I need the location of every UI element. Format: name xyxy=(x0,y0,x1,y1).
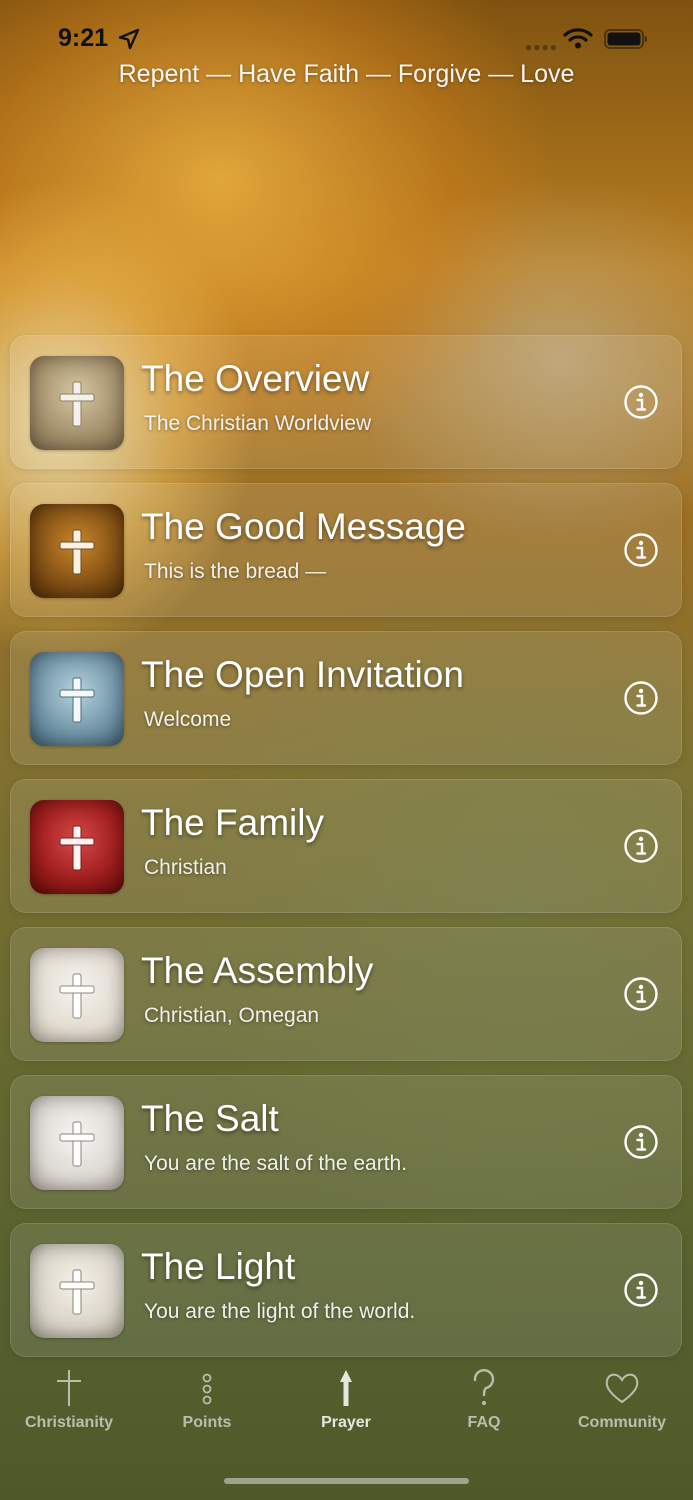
item-title: The Assembly xyxy=(141,950,374,991)
info-icon[interactable] xyxy=(623,976,659,1012)
tab-points[interactable]: Points xyxy=(138,1368,276,1432)
list-item-overview[interactable]: The Overview The Christian Worldview xyxy=(10,335,682,469)
item-title: The Good Message xyxy=(141,506,466,547)
location-arrow-icon xyxy=(118,28,140,50)
item-subtitle: This is the bread — xyxy=(144,560,327,583)
cross-icon xyxy=(59,825,95,871)
status-bar: 9:21 ●●●● xyxy=(0,0,693,60)
tab-label: Points xyxy=(182,1414,232,1431)
tab-community[interactable]: Community xyxy=(553,1368,691,1432)
cellular-signal-icon: ●●●● xyxy=(525,40,558,54)
item-subtitle: You are the light of the world. xyxy=(144,1300,416,1323)
cross-icon xyxy=(59,1121,95,1167)
cross-icon xyxy=(59,677,95,723)
points-icon xyxy=(202,1373,212,1405)
list-item-good-message[interactable]: The Good Message This is the bread — xyxy=(10,483,682,617)
tile-light xyxy=(30,1244,124,1338)
item-subtitle: You are the salt of the earth. xyxy=(144,1152,408,1175)
tab-label: Community xyxy=(578,1414,666,1431)
cross-icon xyxy=(59,1269,95,1315)
info-icon[interactable] xyxy=(623,1272,659,1308)
prayer-arrow-icon xyxy=(340,1370,352,1406)
info-icon[interactable] xyxy=(623,828,659,864)
tab-faq[interactable]: FAQ xyxy=(415,1368,553,1432)
home-indicator[interactable] xyxy=(224,1478,469,1484)
tile-salt xyxy=(30,1096,124,1190)
tile-overview xyxy=(30,356,124,450)
tile-open-invitation xyxy=(30,652,124,746)
cross-icon xyxy=(57,1370,81,1406)
tab-christianity[interactable]: Christianity xyxy=(0,1368,138,1432)
info-icon[interactable] xyxy=(623,1124,659,1160)
tab-label: Prayer xyxy=(321,1414,371,1431)
item-subtitle: Welcome xyxy=(144,708,232,731)
cross-icon xyxy=(59,381,95,427)
info-icon[interactable] xyxy=(623,680,659,716)
item-title: The Family xyxy=(141,802,324,843)
list-item-salt[interactable]: The Salt You are the salt of the earth. xyxy=(10,1075,682,1209)
item-subtitle: Christian, Omegan xyxy=(144,1004,320,1027)
cross-icon xyxy=(59,529,95,575)
item-subtitle: The Christian Worldview xyxy=(144,412,372,435)
question-icon xyxy=(473,1369,495,1405)
list-item-light[interactable]: The Light You are the light of the world… xyxy=(10,1223,682,1357)
list-item-family[interactable]: The Family Christian xyxy=(10,779,682,913)
tile-good-message xyxy=(30,504,124,598)
cross-icon xyxy=(59,973,95,1019)
tab-label: FAQ xyxy=(467,1414,501,1431)
item-title: The Overview xyxy=(141,358,370,399)
wifi-icon xyxy=(563,28,593,49)
item-title: The Salt xyxy=(141,1098,279,1139)
tab-prayer[interactable]: Prayer xyxy=(277,1368,415,1432)
tab-bar: Christianity Points Prayer FAQ Community xyxy=(0,1368,693,1468)
list-item-open-invitation[interactable]: The Open Invitation Welcome xyxy=(10,631,682,765)
info-icon[interactable] xyxy=(623,532,659,568)
tab-label: Christianity xyxy=(24,1414,113,1431)
item-title: The Light xyxy=(141,1246,296,1287)
item-subtitle: Christian xyxy=(144,856,227,879)
item-title: The Open Invitation xyxy=(141,654,464,695)
tagline: Repent — Have Faith — Forgive — Love xyxy=(118,60,575,88)
battery-icon xyxy=(604,29,647,49)
topic-list: The Overview The Christian Worldview The… xyxy=(10,335,682,1371)
info-icon[interactable] xyxy=(623,384,659,420)
tile-family xyxy=(30,800,124,894)
tile-assembly xyxy=(30,948,124,1042)
status-time: 9:21 xyxy=(58,24,109,52)
heart-icon xyxy=(605,1373,639,1404)
list-item-assembly[interactable]: The Assembly Christian, Omegan xyxy=(10,927,682,1061)
